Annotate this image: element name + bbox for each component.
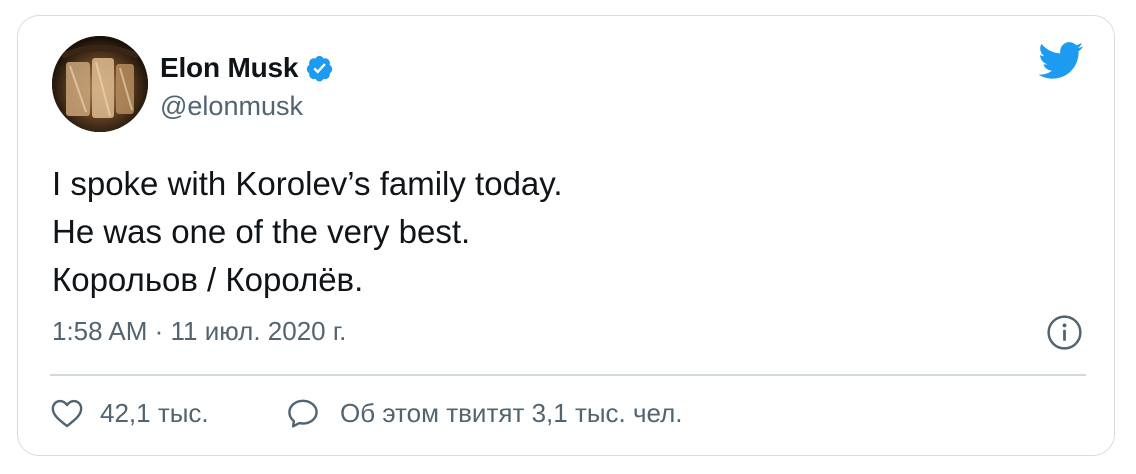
heart-icon: [51, 399, 83, 428]
author-name[interactable]: Elon Musk: [160, 51, 298, 85]
reply-button[interactable]: Об этом твитят 3,1 тыс. чел.: [286, 394, 683, 432]
like-count: 42,1 тыс.: [100, 398, 209, 428]
tweet-timestamp[interactable]: 1:58 AM · 11 июл. 2020 г.: [52, 314, 346, 348]
verified-badge-icon: [305, 54, 334, 83]
action-divider: [50, 374, 1086, 376]
tweet-line: Корольов / Королёв.: [52, 261, 364, 298]
author-name-row[interactable]: Elon Musk: [160, 51, 334, 85]
twitter-bird-icon[interactable]: [1038, 42, 1084, 80]
author-handle[interactable]: @elonmusk: [160, 89, 303, 123]
tweet-line: He was one of the very best.: [52, 213, 471, 250]
info-icon[interactable]: [1046, 314, 1083, 351]
like-button[interactable]: 42,1 тыс.: [50, 394, 209, 432]
avatar-image: [52, 36, 148, 132]
author-avatar[interactable]: [52, 36, 148, 132]
tweet-line: I spoke with Korolev’s family today.: [52, 165, 563, 202]
reply-count-text: Об этом твитят 3,1 тыс. чел.: [340, 398, 683, 428]
tweet-text: I spoke with Korolev’s family today. He …: [52, 160, 1052, 304]
speech-bubble-icon: [288, 399, 318, 428]
